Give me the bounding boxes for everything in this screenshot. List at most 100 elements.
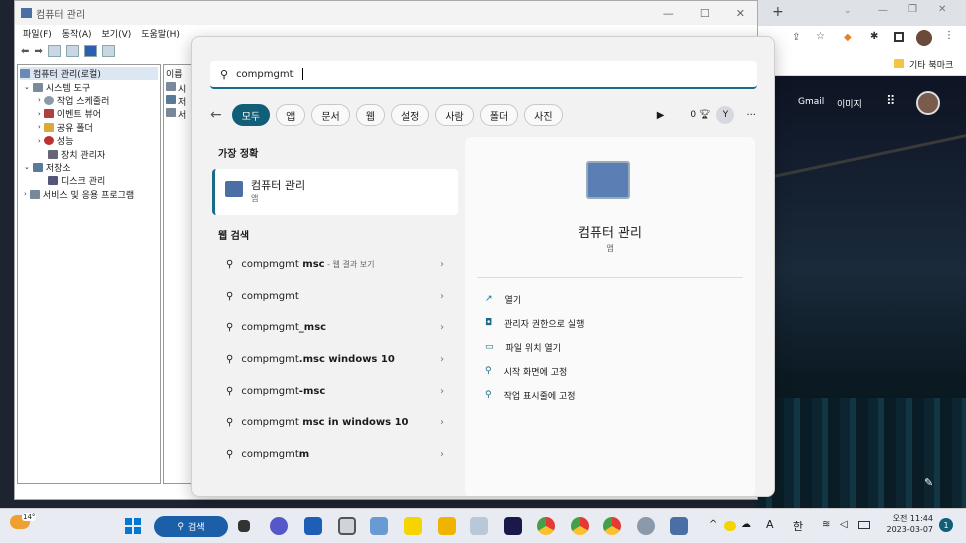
back-arrow-icon[interactable]: ←: [210, 107, 222, 123]
file-explorer-icon[interactable]: [438, 517, 456, 535]
cloud-icon[interactable]: ☁: [741, 519, 751, 530]
web-result-4[interactable]: ⚲ compmgmt.msc windows 10 ›: [212, 344, 458, 374]
bookmark-folder[interactable]: 기타 북마크: [909, 58, 953, 71]
new-tab-icon[interactable]: +: [772, 4, 784, 20]
restore-icon[interactable]: ❐: [908, 4, 917, 15]
settings-icon[interactable]: [637, 517, 655, 535]
notification-badge[interactable]: 1: [939, 518, 953, 532]
images-link[interactable]: 이미지: [837, 97, 862, 110]
tree-item-services-apps[interactable]: › 서비스 및 응용 프로그램: [20, 188, 158, 201]
metamask-icon[interactable]: ◆: [844, 32, 852, 43]
tree-item-disk-management[interactable]: 디스크 관리: [20, 174, 158, 187]
maximize-button[interactable]: ☐: [700, 7, 710, 20]
filter-apps[interactable]: 앱: [276, 104, 306, 126]
chrome-profile-icon[interactable]: [571, 517, 589, 535]
export-list-icon[interactable]: [65, 45, 79, 57]
taskbar-search-button[interactable]: ⚲ 검색: [154, 516, 228, 537]
action-pin-to-start[interactable]: ⚲ 시작 화면에 고정: [465, 359, 755, 383]
more-options-icon[interactable]: ···: [746, 110, 760, 121]
gmail-link[interactable]: Gmail: [798, 97, 824, 107]
best-match-item[interactable]: 컴퓨터 관리 앱: [212, 169, 458, 215]
tree-item-root[interactable]: 컴퓨터 관리(로컬): [20, 67, 158, 81]
tree-item-device-manager[interactable]: 장치 관리자: [20, 147, 158, 161]
ime-mode-han[interactable]: 한: [793, 518, 803, 534]
computer-management-icon: [225, 181, 243, 197]
web-result-5[interactable]: ⚲ compmgmt-msc ›: [212, 376, 458, 406]
filter-documents[interactable]: 문서: [311, 104, 350, 126]
forward-icon[interactable]: ➡: [34, 46, 42, 57]
rewards-points[interactable]: 0 🏆︎: [690, 110, 710, 120]
photos-icon[interactable]: [470, 517, 488, 535]
filter-all[interactable]: 모두: [231, 104, 271, 126]
close-button[interactable]: ✕: [736, 7, 745, 20]
show-hide-tree-icon[interactable]: [47, 45, 61, 57]
back-icon[interactable]: ⬅: [21, 46, 29, 57]
account-avatar[interactable]: [916, 91, 940, 115]
store-icon[interactable]: [304, 517, 322, 535]
apps-grid-icon[interactable]: ⠿: [886, 94, 896, 109]
filter-settings[interactable]: 설정: [390, 104, 430, 126]
chevron-down-icon[interactable]: ⌄: [844, 6, 852, 16]
close-icon[interactable]: ✕: [938, 4, 946, 15]
chrome-icon[interactable]: [537, 517, 555, 535]
tree-item-shared-folders[interactable]: › 공유 폴더: [20, 121, 158, 134]
profile-avatar[interactable]: [916, 30, 932, 46]
tray-overflow-icon[interactable]: ^: [709, 519, 717, 530]
tree-item-storage[interactable]: ⌄ 저장소: [20, 161, 158, 174]
action-open[interactable]: ↗ 열기: [465, 287, 755, 311]
search-input[interactable]: ⚲ compmgmt: [210, 61, 757, 89]
minimize-button[interactable]: —: [663, 7, 674, 20]
chat-icon[interactable]: [270, 517, 288, 535]
tree-item-task-scheduler[interactable]: › 작업 스케줄러: [20, 94, 158, 107]
browser-tabstrip: + ⌄ — ❐ ✕: [756, 0, 966, 26]
kakaotalk-tray-icon[interactable]: [724, 521, 736, 531]
menu-icon[interactable]: ⋮: [944, 30, 954, 41]
web-result-7[interactable]: ⚲ compmgmtm ›: [212, 439, 458, 469]
action-pin-to-taskbar[interactable]: ⚲ 작업 표시줄에 고정: [465, 383, 755, 407]
filter-web[interactable]: 웹: [355, 104, 385, 126]
clock-app-icon[interactable]: [338, 517, 356, 535]
sidepanel-icon[interactable]: [894, 32, 904, 42]
minimize-icon[interactable]: —: [878, 5, 888, 16]
filter-folders[interactable]: 폴더: [479, 104, 519, 126]
menu-file[interactable]: 파일(F): [23, 27, 52, 40]
properties-icon[interactable]: [101, 45, 115, 57]
web-result-3[interactable]: ⚲ compmgmt_msc ›: [212, 312, 458, 342]
battery-icon[interactable]: [858, 521, 870, 529]
share-icon[interactable]: ⇪: [792, 32, 800, 43]
computer-management-icon[interactable]: [670, 517, 688, 535]
after-effects-icon[interactable]: [504, 517, 522, 535]
ime-mode-a[interactable]: A: [766, 518, 774, 531]
edit-icon[interactable]: ✎: [924, 476, 933, 489]
help-icon[interactable]: [83, 45, 97, 57]
kakaotalk-icon[interactable]: [404, 517, 422, 535]
play-icon[interactable]: ▶: [657, 110, 665, 121]
tree-item-system-tools[interactable]: ⌄ 시스템 도구: [20, 80, 158, 94]
web-result-6[interactable]: ⚲ compmgmt msc in windows 10 ›: [212, 407, 458, 437]
task-view-icon[interactable]: [238, 520, 250, 532]
filter-photos[interactable]: 사진: [524, 104, 563, 126]
action-open-file-location[interactable]: ▭ 파일 위치 열기: [465, 335, 755, 359]
snipping-tool-icon[interactable]: [370, 517, 388, 535]
menu-view[interactable]: 보기(V): [102, 27, 132, 40]
menu-action[interactable]: 동작(A): [62, 27, 92, 40]
clock-time[interactable]: 오전 11:44: [885, 513, 933, 524]
web-result-1[interactable]: ⚲ compmgmt msc - 웹 결과 보기 ›: [212, 249, 458, 279]
star-icon[interactable]: ☆: [816, 31, 825, 42]
filter-people[interactable]: 사람: [435, 104, 474, 126]
menu-help[interactable]: 도움말(H): [141, 27, 180, 40]
web-result-2[interactable]: ⚲ compmgmt ›: [212, 281, 458, 311]
computer-management-large-icon: [586, 161, 630, 199]
tree-item-performance[interactable]: › 성능: [20, 134, 158, 147]
chrome-canary-icon[interactable]: [603, 517, 621, 535]
clock-date[interactable]: 2023-03-07: [885, 525, 934, 534]
volume-icon[interactable]: ◁: [840, 519, 848, 530]
best-match-title: 컴퓨터 관리: [251, 179, 306, 192]
action-run-as-admin[interactable]: ◘ 관리자 권한으로 실행: [465, 311, 755, 335]
wifi-icon[interactable]: ≋: [822, 519, 830, 530]
chevron-right-icon: ›: [440, 416, 444, 428]
tree-item-event-viewer[interactable]: › 이벤트 뷰어: [20, 107, 158, 120]
account-avatar[interactable]: Y: [716, 106, 735, 124]
extensions-icon[interactable]: ✱: [870, 31, 878, 42]
start-button[interactable]: [125, 518, 141, 534]
